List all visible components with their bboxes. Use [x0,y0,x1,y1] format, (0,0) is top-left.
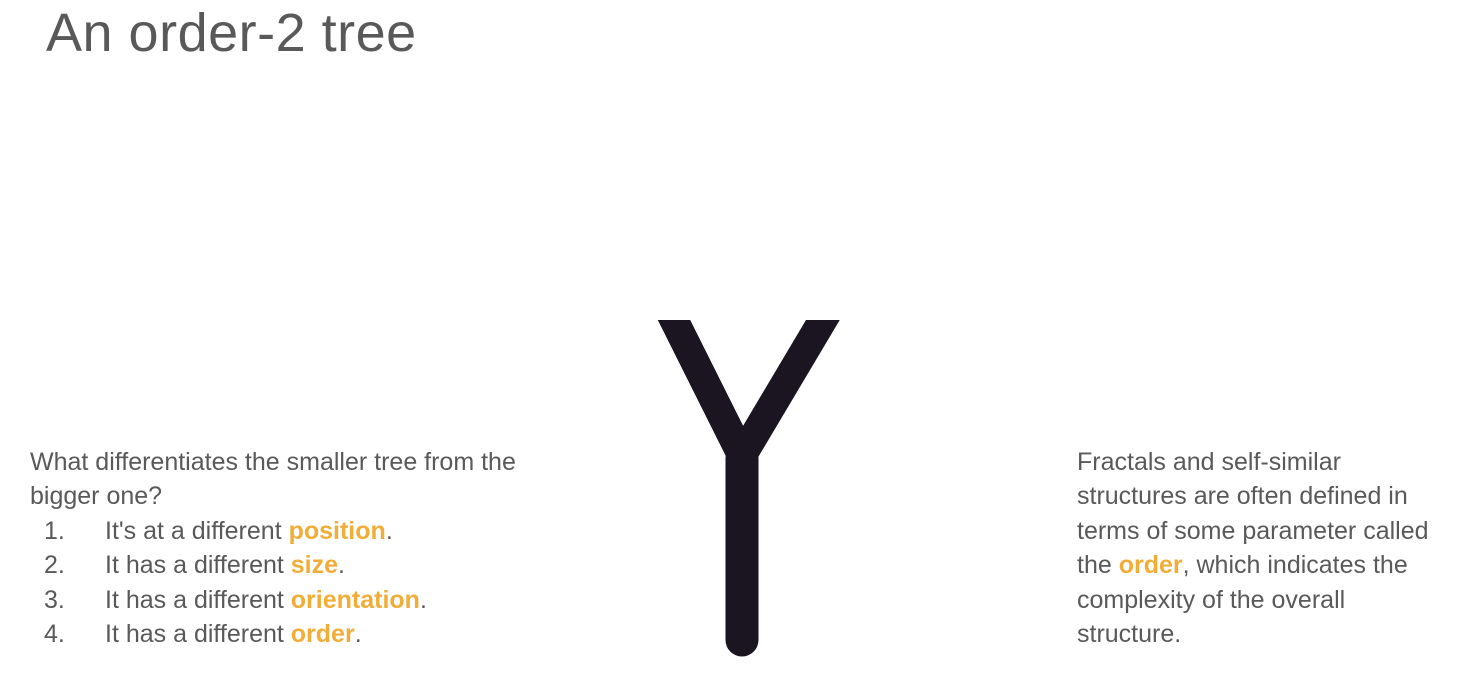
list-item-suffix: . [354,620,362,649]
list-item-keyword: size [290,551,339,580]
list-number: 4. [44,620,65,649]
list-item: 3. It has a different orientation. [30,583,590,617]
explanation-keyword: order [1118,551,1183,580]
list-item-suffix: . [385,516,393,545]
slide-title: An order-2 tree [46,3,417,63]
list-item: 4. It has a different order. [30,617,590,651]
question-text: What differentiates the smaller tree fro… [30,448,516,511]
list-item-text: It has a different [105,585,291,614]
question-block: What differentiates the smaller tree fro… [30,445,590,651]
list-item-suffix: . [338,551,345,580]
list-number: 1. [44,516,65,545]
list-item-text: It's at a different [105,516,289,545]
list-item-keyword: orientation [290,585,420,614]
explanation-paragraph: Fractals and self-similar structures are… [1077,445,1447,651]
tree-branch-right [727,320,840,471]
list-item: 2. It has a different size. [30,548,590,582]
list-item-suffix: . [419,585,427,614]
tree-branch-left [657,320,757,471]
list-item-text: It has a different [105,620,291,649]
list-number: 2. [44,551,65,580]
list-item-keyword: position [288,516,386,545]
differences-list: 1. It's at a different position. 2. It has… [30,514,590,652]
list-item: 1. It's at a different position. [30,514,590,548]
fractal-explanation: Fractals and self-similar structures are… [1077,445,1447,651]
order-2-tree-figure [657,320,840,657]
list-item-text: It has a different [105,551,291,580]
list-number: 3. [44,585,65,614]
list-item-keyword: order [290,620,355,649]
